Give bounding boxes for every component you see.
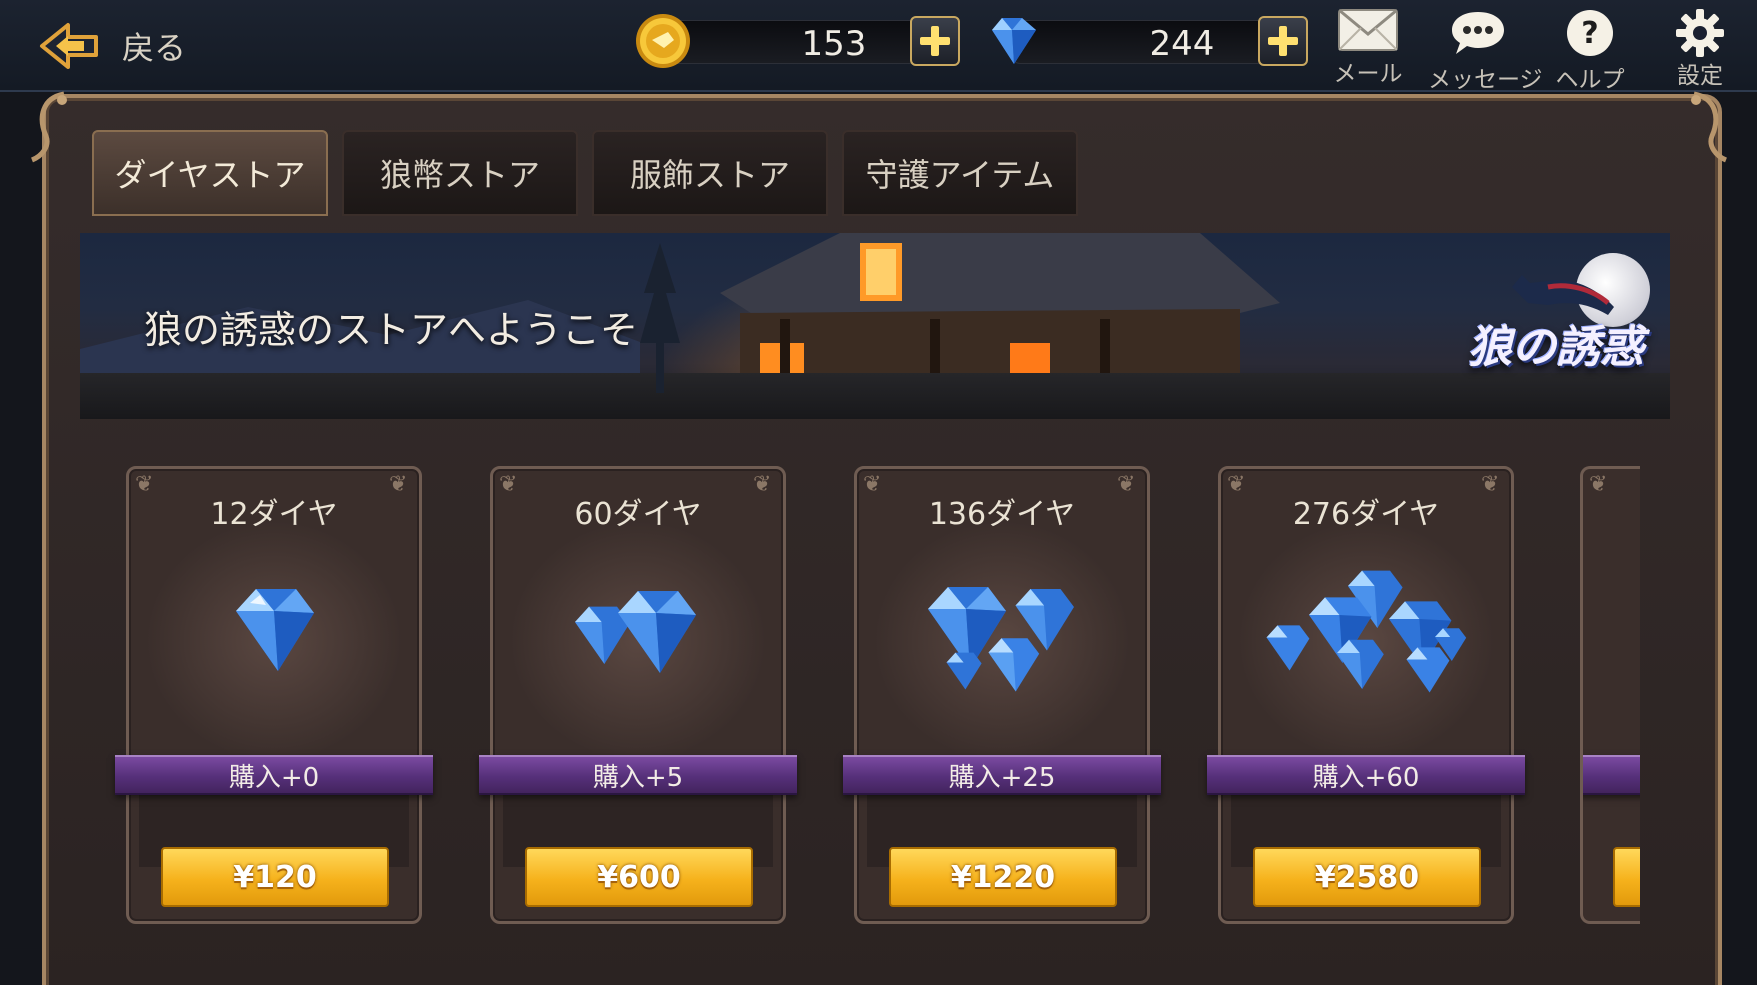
buy-button[interactable]: ¥120 (161, 847, 389, 907)
product-name: 60ダイヤ (574, 497, 702, 532)
message-button[interactable]: メッセージ (1428, 8, 1543, 93)
question-icon: ? (1567, 10, 1613, 56)
back-button[interactable]: 戻る (38, 18, 186, 74)
help-label: ヘルプ (1555, 67, 1625, 93)
gold-currency: 153 (634, 14, 964, 68)
gold-amount: 153 (801, 24, 867, 64)
help-button[interactable]: ? ヘルプ (1540, 8, 1640, 93)
diamond-currency: 244 (982, 16, 1312, 66)
game-logo: 狼の誘惑 (1468, 322, 1644, 373)
plus-icon (920, 26, 950, 56)
bonus-ribbon: 購入+0 (115, 755, 433, 795)
bonus-ribbon: 購入+60 (1207, 755, 1525, 795)
back-arrow-icon (40, 23, 98, 69)
tab-diamond-store[interactable]: ダイヤストア (92, 130, 328, 216)
diamond-amount: 244 (1149, 24, 1215, 64)
bonus-ribbon: 購入+25 (843, 755, 1161, 795)
chat-bubble-icon (1452, 12, 1504, 54)
diamond-pair-icon (493, 551, 783, 721)
tab-wolf-coin-store[interactable]: 狼幣ストア (342, 130, 578, 216)
bonus-ribbon-partial (1583, 755, 1640, 795)
buy-button[interactable]: ¥1220 (889, 847, 1117, 907)
mail-button[interactable]: メール (1318, 8, 1418, 92)
tree-silhouette (640, 243, 680, 393)
settings-button[interactable]: 設定 (1652, 8, 1748, 92)
back-label: 戻る (122, 29, 187, 67)
buy-button[interactable]: ¥2580 (1253, 847, 1481, 907)
single-diamond-icon (129, 551, 419, 721)
card-corner-ornament: ❦ (1589, 472, 1608, 497)
product-name: 276ダイヤ (1292, 497, 1440, 532)
product-card: ❦ ❦ 276ダイヤ 購入+60 ¥2580 (1207, 466, 1525, 924)
gold-coin-icon (636, 14, 690, 68)
diamond-group-icon (857, 551, 1147, 721)
product-card-partial[interactable]: ❦ (1580, 466, 1640, 924)
product-card: ❦ ❦ 60ダイヤ 購入+5 ¥600 (479, 466, 797, 924)
buy-button-partial[interactable] (1613, 847, 1640, 907)
diamond-pile-icon (1221, 551, 1511, 721)
tab-costume-store[interactable]: 服飾ストア (592, 130, 828, 216)
add-diamond-button[interactable] (1258, 16, 1308, 66)
product-name: 136ダイヤ (928, 497, 1076, 532)
corner-ornament-right (1691, 91, 1728, 163)
settings-label: 設定 (1677, 63, 1723, 89)
buy-button[interactable]: ¥600 (525, 847, 753, 907)
message-label: メッセージ (1428, 67, 1543, 93)
mail-icon (1338, 8, 1398, 51)
corner-ornament-left (30, 91, 67, 163)
gear-icon (1676, 9, 1724, 57)
add-gold-button[interactable] (910, 16, 960, 66)
product-name: 12ダイヤ (210, 497, 338, 532)
top-bar: 戻る 153 244 メール メッセージ ? ヘルプ 設定 (0, 0, 1757, 93)
mail-label: メール (1333, 61, 1403, 87)
plus-icon (1268, 26, 1298, 56)
product-card: ❦ ❦ 136ダイヤ 購入+25 ¥1220 (843, 466, 1161, 924)
svg-text:?: ? (1581, 16, 1598, 51)
product-card: ❦ ❦ 12ダイヤ 購入+0 ¥120 (115, 466, 433, 924)
diamond-icon (992, 18, 1036, 64)
welcome-banner: 狼の誘惑のストアへようこそ 狼の誘惑 (80, 233, 1670, 419)
banner-welcome-text: 狼の誘惑のストアへようこそ (144, 308, 639, 352)
bonus-ribbon: 購入+5 (479, 755, 797, 795)
tab-guardian-items[interactable]: 守護アイテム (842, 130, 1078, 216)
banner-ground (80, 373, 1670, 419)
